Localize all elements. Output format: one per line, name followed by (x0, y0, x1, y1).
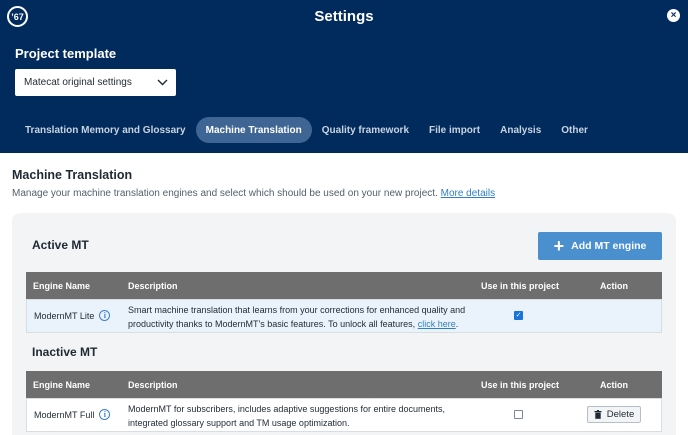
column-action: Action (600, 380, 628, 390)
tab-other[interactable]: Other (551, 117, 598, 143)
use-in-project-checkbox[interactable]: ✓ (514, 311, 523, 320)
engine-name-label: ModernMT Lite (34, 310, 95, 321)
add-mt-engine-label: Add MT engine (571, 240, 647, 252)
page-title: Settings (314, 8, 374, 25)
engine-description-line2: integrated glossary support and TM usage… (128, 418, 350, 428)
tab-analysis[interactable]: Analysis (490, 117, 551, 143)
engine-name-label: ModernMT Full (34, 409, 95, 420)
plus-icon: + (553, 236, 565, 256)
engine-description-end: . (455, 319, 459, 329)
engine-name: ModernMT Full i (34, 409, 111, 420)
section-description-text: Manage your machine translation engines … (12, 188, 438, 199)
info-icon[interactable]: i (99, 409, 111, 420)
column-description: Description (128, 380, 178, 390)
tab-file-import[interactable]: File import (419, 117, 490, 143)
section-description: Manage your machine translation engines … (12, 188, 495, 199)
use-in-project-checkbox[interactable] (514, 410, 523, 419)
inactive-mt-table: Engine Name Description Use in this proj… (26, 371, 662, 432)
table-header: Engine Name Description Use in this proj… (26, 371, 662, 398)
column-action: Action (600, 281, 628, 291)
section-title: Machine Translation (12, 168, 133, 182)
column-use-in-project: Use in this project (481, 281, 560, 291)
project-template-label: Project template (15, 46, 117, 61)
table-header: Engine Name Description Use in this proj… (26, 272, 662, 299)
column-use-in-project: Use in this project (481, 380, 560, 390)
tab-machine-translation[interactable]: Machine Translation (195, 117, 312, 143)
active-mt-table: Engine Name Description Use in this proj… (26, 272, 662, 333)
tab-translation-memory[interactable]: Translation Memory and Glossary (15, 117, 196, 143)
engine-description-line1: Smart machine translation that learns fr… (128, 305, 466, 315)
engine-name: ModernMT Lite i (34, 310, 111, 321)
table-row: ModernMT Full i ModernMT for subscribers… (26, 398, 662, 432)
column-engine-name: Engine Name (33, 380, 91, 390)
engine-description-line2: productivity thanks to ModernMT's basic … (128, 319, 416, 329)
trash-icon (594, 410, 602, 419)
table-row: ModernMT Lite i Smart machine translatio… (26, 299, 662, 333)
info-icon[interactable]: i (99, 310, 111, 321)
delete-label: Delete (606, 409, 635, 420)
project-template-select[interactable]: Matecat original settings (15, 69, 176, 96)
settings-header: ’67 Settings × Project template Matecat … (0, 0, 688, 153)
add-mt-engine-button[interactable]: + Add MT engine (538, 232, 662, 260)
column-description: Description (128, 281, 178, 291)
engine-description: ModernMT for subscribers, includes adapt… (128, 402, 473, 430)
engine-description: Smart machine translation that learns fr… (128, 303, 473, 331)
inactive-mt-title: Inactive MT (32, 345, 98, 359)
chevron-down-icon (157, 79, 168, 86)
close-icon[interactable]: × (667, 9, 680, 22)
settings-tabs: Translation Memory and Glossary Machine … (15, 117, 598, 143)
engine-description-line1: ModernMT for subscribers, includes adapt… (128, 404, 445, 414)
column-engine-name: Engine Name (33, 281, 91, 291)
tab-quality-framework[interactable]: Quality framework (312, 117, 419, 143)
delete-button[interactable]: Delete (587, 406, 641, 423)
project-template-value: Matecat original settings (24, 77, 132, 88)
click-here-link[interactable]: click here (418, 319, 456, 329)
active-mt-title: Active MT (32, 238, 89, 252)
more-details-link[interactable]: More details (441, 188, 495, 199)
